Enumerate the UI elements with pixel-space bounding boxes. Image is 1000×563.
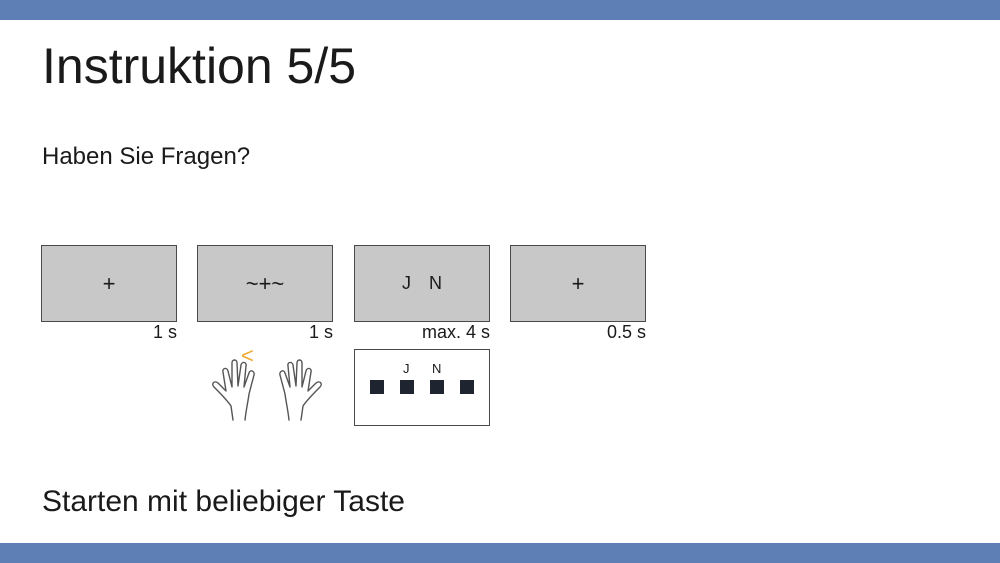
response-letter-n: N [429, 273, 442, 293]
end-fixation-screen: + [510, 245, 646, 322]
duration-label-1: 1 s [152, 322, 177, 342]
key-label-n: N [432, 361, 442, 376]
duration-label-2: 1 s [308, 322, 333, 342]
keyboard-diagram: J N [354, 349, 490, 426]
hands-icon [212, 359, 322, 421]
cue-symbol: ~+~ [245, 270, 285, 296]
start-prompt: Starten mit beliebiger Taste [42, 485, 405, 518]
left-arrow-cue: < [241, 343, 254, 368]
cue-screen: ~+~ [197, 245, 333, 322]
fixation-screen: + [41, 245, 177, 322]
key-1 [370, 380, 384, 394]
bottom-accent-bar [0, 543, 1000, 563]
fixation-cross: + [102, 270, 116, 296]
key-label-j: J [403, 361, 410, 376]
top-accent-bar [0, 0, 1000, 20]
response-screen: J N [354, 245, 490, 322]
slide-title: Instruktion 5/5 [42, 38, 357, 94]
question-text: Haben Sie Fragen? [42, 143, 251, 170]
end-fixation-cross: + [571, 270, 585, 296]
duration-label-3: max. 4 s [421, 322, 490, 342]
duration-label-4: 0.5 s [606, 322, 646, 342]
key-4 [460, 380, 474, 394]
key-2 [400, 380, 414, 394]
response-letter-j: J [402, 273, 411, 293]
key-3 [430, 380, 444, 394]
